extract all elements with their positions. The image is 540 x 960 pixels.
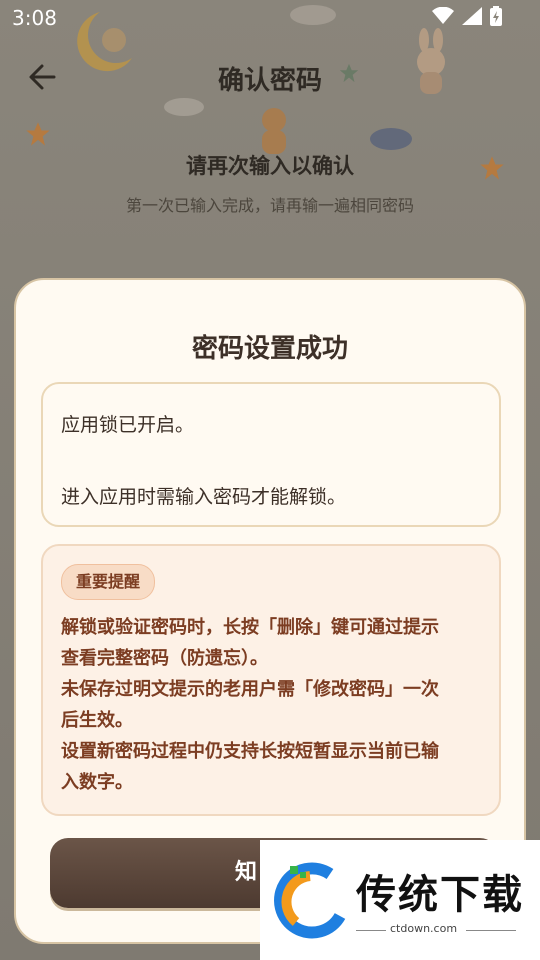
cloud-sticker — [370, 128, 412, 150]
dialog-title: 密码设置成功 — [191, 334, 348, 364]
wifi-icon — [432, 7, 454, 24]
status-bar: 3:08 — [0, 0, 540, 36]
status-icons — [432, 6, 502, 26]
star-sticker — [26, 122, 50, 146]
battery-icon — [490, 6, 502, 26]
warning-badge: 重要提醒 — [61, 564, 156, 600]
warning-line: 入数字。 — [61, 772, 133, 793]
warning-line: 未保存过明文提示的老用户需「修改密码」一次 — [61, 679, 439, 700]
watermark-text: 传统下载 — [356, 872, 524, 918]
warning-box: 重要提醒 解锁或验证密码时，长按「删除」键可通过提示 查看完整密码（防遗忘）。 … — [41, 544, 501, 816]
page-heading: 请再次输入以确认 — [186, 154, 354, 178]
watermark-logo: 传统下载 ctdown.com — [260, 840, 540, 960]
watermark-divider — [356, 930, 386, 931]
info-line: 进入应用时需输入密码才能解锁。 — [61, 486, 347, 508]
page-title: 确认密码 — [217, 66, 322, 96]
warning-line: 后生效。 — [61, 710, 133, 731]
status-time: 3:08 — [12, 6, 57, 30]
watermark-divider — [466, 930, 516, 931]
watermark-emblem-icon — [274, 862, 346, 939]
warning-line: 查看完整密码（防遗忘）。 — [61, 648, 268, 669]
warning-line: 解锁或验证密码时，长按「删除」键可通过提示 — [61, 617, 439, 638]
warning-text: 解锁或验证密码时，长按「删除」键可通过提示 查看完整密码（防遗忘）。 未保存过明… — [61, 612, 486, 798]
warning-line: 设置新密码过程中仍支持长按短暂显示当前已输 — [61, 741, 439, 762]
info-line: 应用锁已开启。 — [61, 414, 195, 436]
bear-sticker — [262, 108, 286, 154]
watermark-url: ctdown.com — [390, 922, 458, 935]
info-box: 应用锁已开启。 进入应用时需输入密码才能解锁。 — [41, 382, 501, 527]
signal-icon — [462, 7, 482, 25]
page-subtitle: 第一次已输入完成，请再输一遍相同密码 — [125, 196, 414, 215]
